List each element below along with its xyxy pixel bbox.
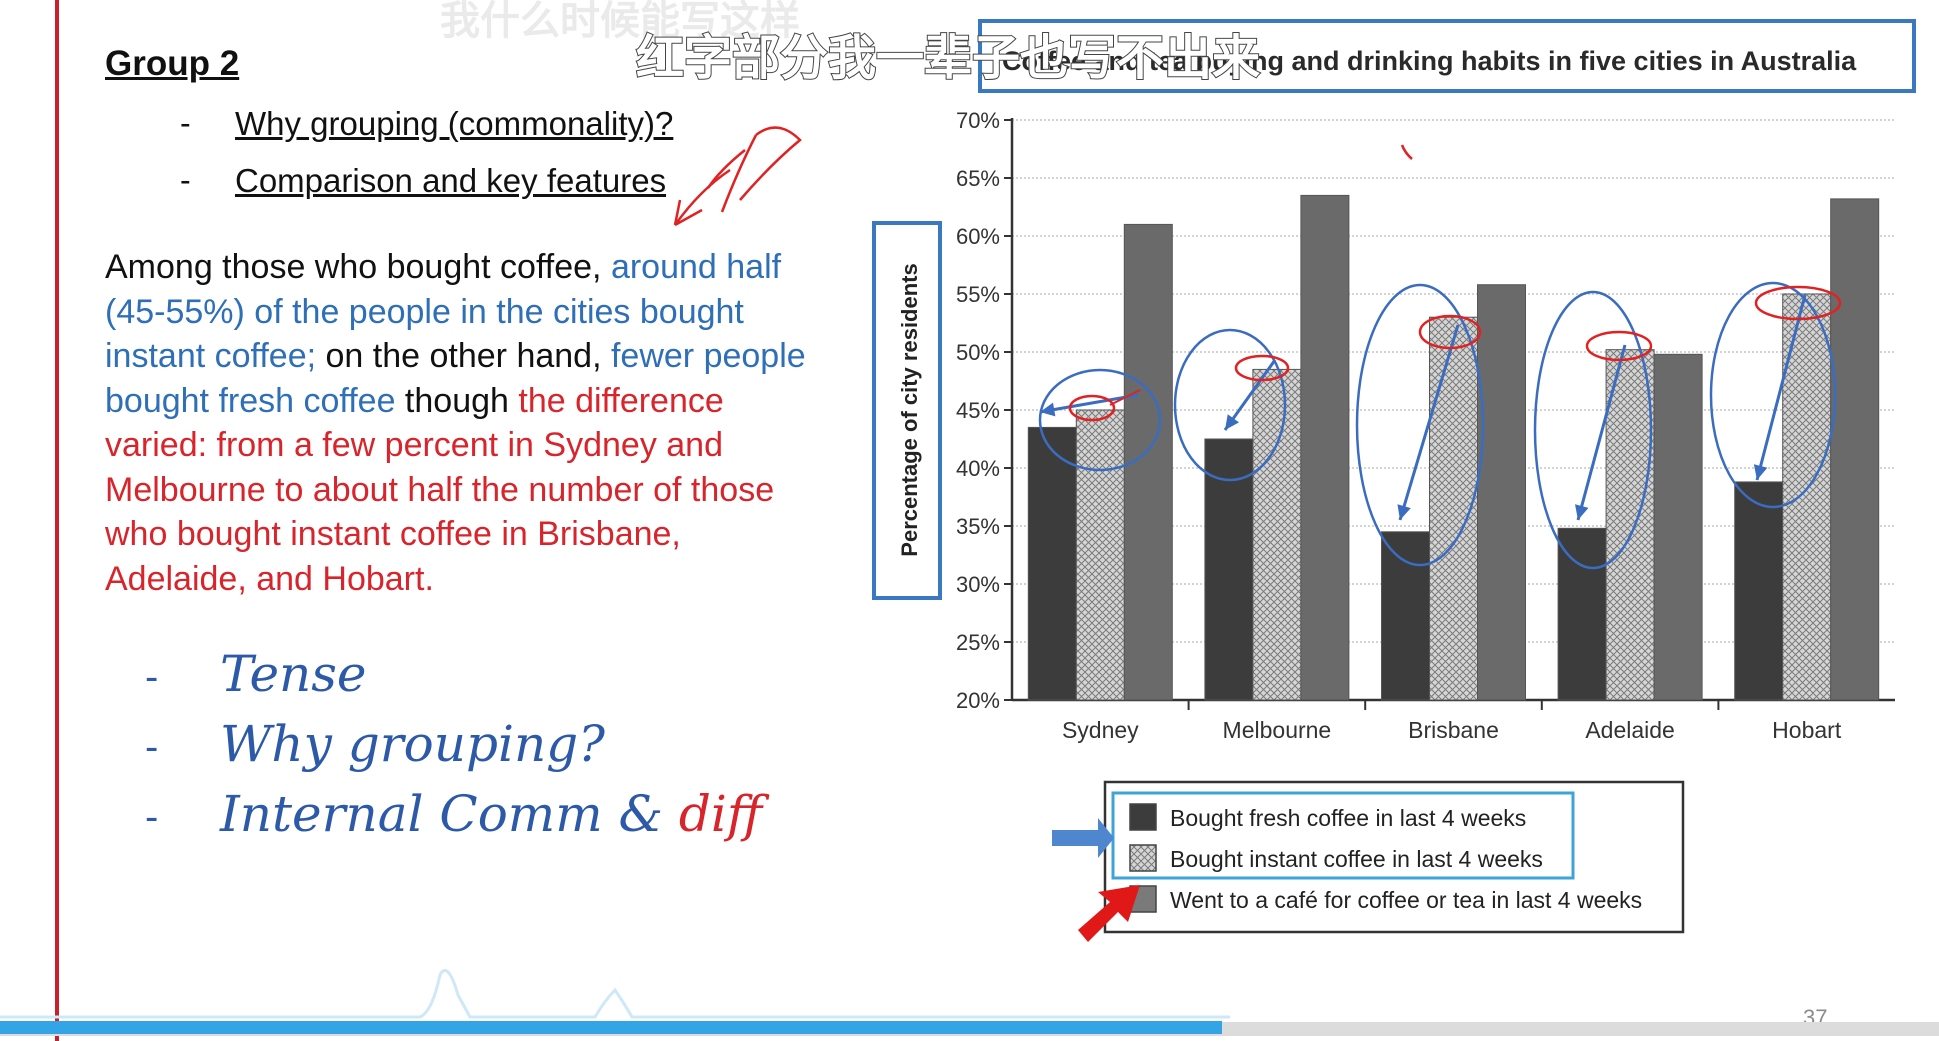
- legend-instant-coffee-swatch: [1129, 844, 1157, 872]
- y-tick-label: 40%: [956, 456, 1000, 481]
- y-tick-label: 65%: [956, 166, 1000, 191]
- y-tick-label: 25%: [956, 630, 1000, 655]
- y-tick-label: 50%: [956, 340, 1000, 365]
- bar-fresh-coffee: [1557, 527, 1607, 701]
- legend-fresh-coffee-label: Bought fresh coffee in last 4 weeks: [1170, 805, 1526, 831]
- annotation-arrowhead: [1575, 504, 1589, 520]
- y-tick-label: 45%: [956, 398, 1000, 423]
- bar-instant-coffee: [1252, 368, 1302, 701]
- bar-cafe: [1300, 194, 1350, 701]
- annotation-arrowhead: [1225, 414, 1240, 430]
- y-tick-label: 20%: [956, 688, 1000, 713]
- y-axis-label: Percentage of city residents: [897, 263, 922, 556]
- bar-instant-coffee: [1075, 409, 1125, 701]
- bar-fresh-coffee: [1381, 531, 1430, 701]
- annotation-red-mark: [1400, 144, 1413, 160]
- bar-cafe: [1653, 353, 1703, 701]
- scribble-red: [739, 126, 802, 201]
- y-tick-label: 30%: [956, 572, 1000, 597]
- video-subtitle: 红字部分我一辈子也写不出来: [635, 31, 1261, 86]
- x-tick-label: Adelaide: [1585, 717, 1675, 743]
- legend-cafe-label: Went to a café for coffee or tea in last…: [1170, 887, 1642, 913]
- bar-fresh-coffee: [1734, 481, 1784, 701]
- x-tick-label: Sydney: [1062, 717, 1139, 743]
- audio-waveform: [0, 969, 1230, 1019]
- bar-cafe: [1830, 198, 1880, 701]
- legend-red-arrow: [1078, 885, 1140, 942]
- annotation-arrowhead: [1753, 464, 1768, 480]
- y-tick-label: 70%: [956, 108, 1000, 133]
- scribble-red-arrow: [673, 168, 731, 227]
- x-tick-label: Brisbane: [1408, 717, 1499, 743]
- y-tick-label: 55%: [956, 282, 1000, 307]
- x-tick-label: Melbourne: [1223, 717, 1332, 743]
- bar-cafe: [1477, 284, 1526, 701]
- y-tick-label: 60%: [956, 224, 1000, 249]
- legend-fresh-coffee-swatch: [1129, 803, 1157, 831]
- bar-fresh-coffee: [1027, 426, 1077, 701]
- x-tick-label: Hobart: [1772, 717, 1842, 743]
- video-progress-fill[interactable]: [0, 1021, 1222, 1034]
- legend-instant-coffee-label: Bought instant coffee in last 4 weeks: [1170, 846, 1543, 872]
- y-tick-label: 35%: [956, 514, 1000, 539]
- bar-instant-coffee: [1605, 349, 1655, 701]
- slide: Group 2 - Why grouping (commonality)? - …: [0, 0, 1939, 1041]
- bar-chart: Coffee and tea buying and drinking habit…: [0, 19, 1916, 1019]
